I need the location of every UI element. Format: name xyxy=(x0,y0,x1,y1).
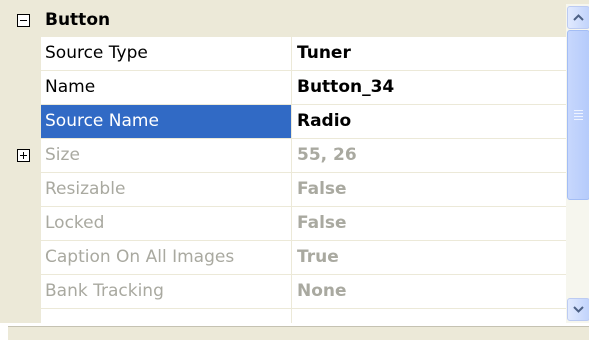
property-row-locked[interactable]: Locked False xyxy=(8,207,566,241)
grid-left-border xyxy=(0,0,8,339)
property-name: Source Type xyxy=(45,43,148,63)
description-panel-border xyxy=(8,326,589,340)
property-row-partial xyxy=(8,309,566,323)
description-panel xyxy=(0,323,589,340)
property-name: Bank Tracking xyxy=(45,281,164,301)
property-value[interactable]: Radio xyxy=(297,105,351,138)
category-title: Button xyxy=(45,10,111,30)
property-row-size[interactable]: Size 55, 26 xyxy=(8,139,566,173)
chevron-down-icon xyxy=(573,306,584,313)
property-name: Size xyxy=(45,145,80,165)
property-row-resizable[interactable]: Resizable False xyxy=(8,173,566,207)
property-name: Name xyxy=(45,77,96,97)
property-row-name[interactable]: Name Button_34 xyxy=(8,71,566,105)
property-name: Source Name xyxy=(45,111,159,131)
property-row-source-name[interactable]: Source Name Radio xyxy=(8,105,566,139)
chevron-up-icon xyxy=(573,14,584,21)
property-value[interactable]: Button_34 xyxy=(297,71,394,104)
property-name: Resizable xyxy=(45,179,126,199)
plus-box-icon[interactable] xyxy=(17,149,30,162)
property-value[interactable]: False xyxy=(297,207,347,240)
property-row-caption-on-all-images[interactable]: Caption On All Images True xyxy=(8,241,566,275)
property-value[interactable]: Tuner xyxy=(297,37,351,70)
property-value[interactable]: None xyxy=(297,275,347,308)
property-row-source-type[interactable]: Source Type Tuner xyxy=(8,37,566,71)
scroll-down-button[interactable] xyxy=(567,298,589,321)
property-value[interactable]: 55, 26 xyxy=(297,139,357,172)
property-name: Caption On All Images xyxy=(45,247,235,267)
property-value[interactable]: False xyxy=(297,173,347,206)
property-value[interactable]: True xyxy=(297,241,339,274)
vertical-scrollbar[interactable] xyxy=(566,4,589,323)
minus-box-icon[interactable] xyxy=(17,14,30,27)
property-name: Locked xyxy=(45,213,105,233)
category-row-button[interactable]: Button xyxy=(8,4,566,37)
scroll-up-button[interactable] xyxy=(567,6,589,29)
scroll-thumb[interactable] xyxy=(567,30,589,200)
property-row-bank-tracking[interactable]: Bank Tracking None xyxy=(8,275,566,309)
property-rows: Button Source Type Tuner Name Button_34 … xyxy=(8,4,566,323)
property-grid: Button Source Type Tuner Name Button_34 … xyxy=(0,0,589,340)
